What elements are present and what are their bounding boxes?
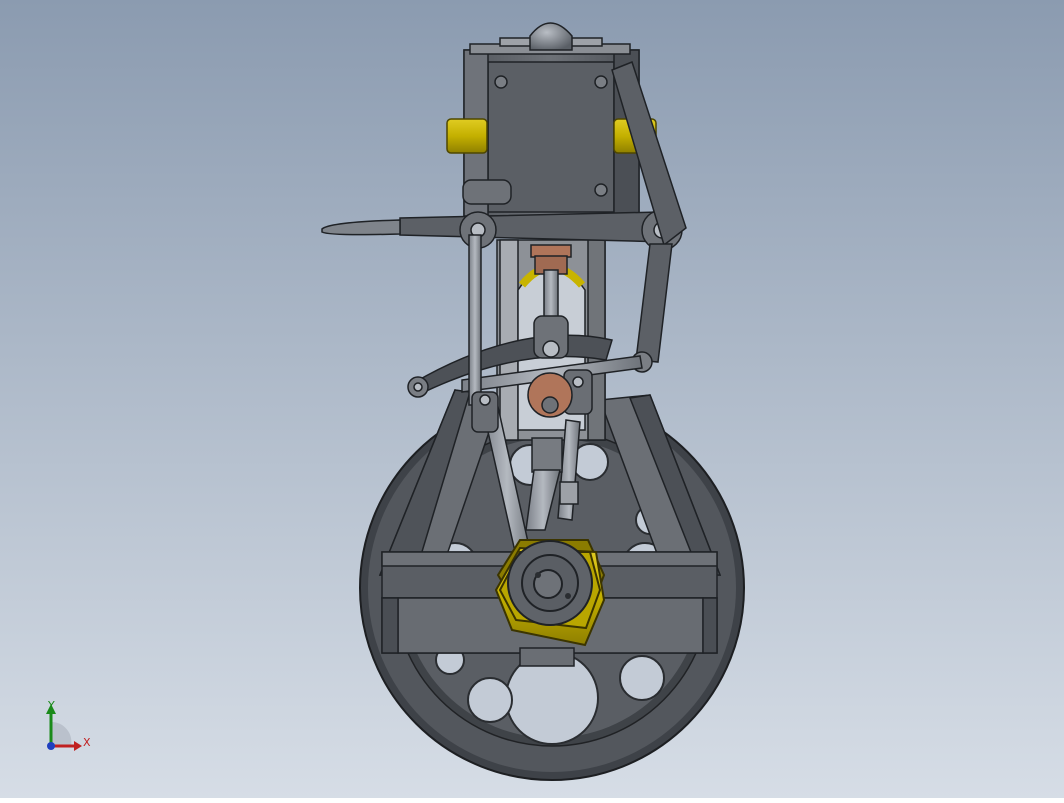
- model-graphics[interactable]: [0, 0, 1064, 798]
- triad-y-label: Y: [48, 699, 55, 712]
- coordinate-triad: Y X: [40, 696, 100, 756]
- 3d-viewport[interactable]: Y X: [0, 0, 1064, 798]
- crank-hub[interactable]: [494, 539, 606, 647]
- steam-inlet-left[interactable]: [446, 118, 488, 154]
- crank-shaft-end: [519, 647, 575, 667]
- triad-x-label: X: [83, 736, 91, 749]
